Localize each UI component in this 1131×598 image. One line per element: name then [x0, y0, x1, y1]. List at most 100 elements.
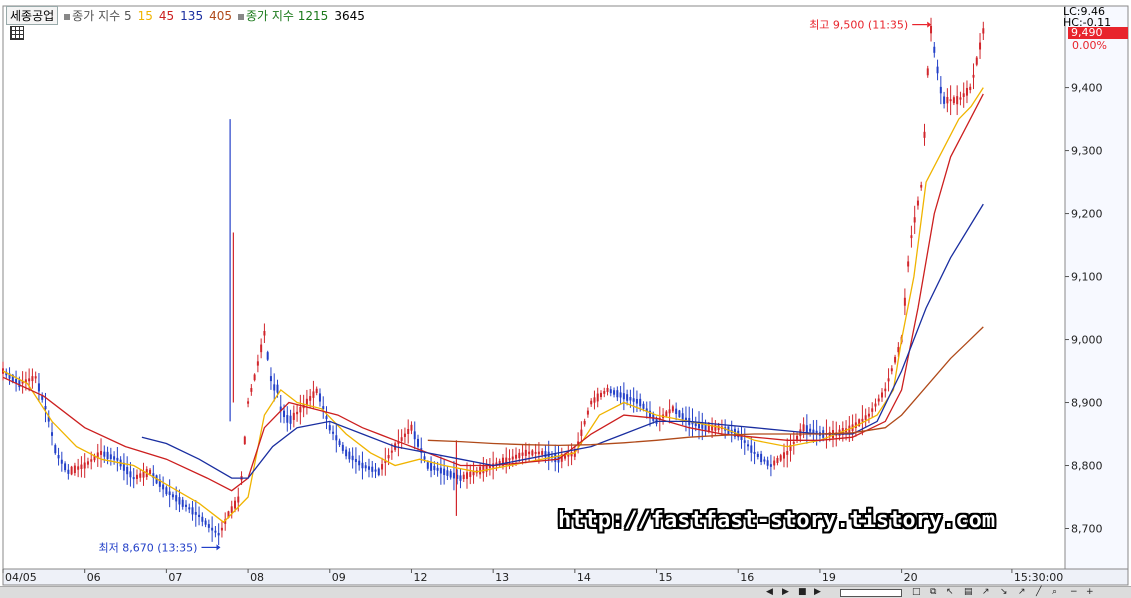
x-tick-label: 04/05	[5, 571, 37, 584]
candle-body	[796, 435, 799, 440]
legend-index-b-label: 종가 지수 1215	[245, 9, 329, 23]
candle-body	[400, 437, 403, 441]
current-price-tag: 9,490	[1068, 27, 1128, 39]
candle-body	[930, 25, 933, 34]
y-tick-label: 9,000	[1071, 334, 1103, 347]
candle-body	[443, 468, 446, 475]
candle-body	[926, 68, 929, 76]
candle-body	[237, 496, 240, 503]
candle-body	[975, 57, 978, 65]
candle-body	[590, 400, 593, 405]
watermark-text: http://fastfast-story.tistory.com	[558, 508, 996, 533]
scroll-right-icon[interactable]: ▶	[814, 588, 821, 597]
candle-body	[113, 456, 116, 460]
candle-body	[622, 393, 625, 400]
candle-body	[269, 376, 272, 382]
table-icon[interactable]: ▤	[964, 588, 973, 597]
arrow-up-icon[interactable]: ↗	[982, 588, 990, 597]
candle-body	[292, 412, 295, 420]
candle-body	[809, 428, 812, 432]
candle-body	[965, 87, 968, 96]
candle-body	[77, 466, 80, 470]
candle-body	[416, 438, 419, 447]
candle-body	[884, 388, 887, 392]
candle-body	[469, 471, 472, 477]
candle-body	[230, 506, 233, 513]
candle-body	[436, 467, 439, 471]
candle-body	[596, 393, 599, 402]
x-tick-label: 08	[250, 571, 264, 584]
candle-body	[521, 452, 524, 456]
cursor-icon[interactable]: ↖	[946, 588, 954, 597]
zoom-out-button[interactable]: −	[1070, 588, 1078, 597]
stop-icon[interactable]: ■	[798, 588, 807, 597]
candle-body	[204, 520, 207, 525]
candle-body	[322, 406, 325, 409]
bottom-scroll-bar[interactable]	[0, 586, 1131, 598]
candle-body	[253, 374, 256, 381]
scroll-left-icon[interactable]: ◀	[766, 588, 773, 597]
arrow-rise-icon[interactable]: ↗	[1018, 588, 1026, 597]
candle-body	[786, 451, 789, 455]
candle-body	[518, 452, 521, 459]
candle-body	[44, 406, 47, 410]
candle-body	[165, 487, 168, 495]
candle-body	[511, 456, 514, 460]
candle-body	[103, 451, 106, 457]
line-icon[interactable]: ╱	[1036, 588, 1041, 597]
x-tick-label: 07	[168, 571, 182, 584]
window-icon[interactable]: □	[912, 588, 921, 597]
candle-body	[939, 86, 942, 94]
candle-body	[508, 458, 511, 461]
candle-body	[763, 459, 766, 462]
candle-body	[923, 131, 926, 138]
candle-body	[51, 432, 54, 436]
candle-body	[364, 465, 367, 469]
scroll-thumb[interactable]	[840, 589, 902, 597]
candle-body	[665, 411, 668, 417]
candle-body	[100, 450, 103, 455]
candle-body	[90, 459, 93, 462]
stock-name-box[interactable]: 세종공업	[6, 6, 59, 25]
candle-body	[296, 411, 299, 415]
x-tick-label: 09	[332, 571, 346, 584]
grid-toggle-icon[interactable]	[10, 26, 24, 40]
candle-body	[433, 465, 436, 471]
candle-body	[217, 532, 220, 536]
candle-body	[616, 390, 619, 398]
candle-body	[410, 424, 413, 431]
x-tick-label: 14	[577, 571, 591, 584]
high-label: 최고 9,500 (11:35)	[809, 19, 908, 32]
chart-legend: 세종공업 종가 지수 5 15 45 135 405 종가 지수 1215 36…	[6, 6, 365, 25]
candle-body	[439, 467, 442, 474]
candle-body	[753, 451, 756, 454]
candle-body	[168, 491, 171, 496]
candle-body	[668, 409, 671, 414]
search-icon[interactable]: ⌕	[1052, 588, 1057, 597]
candle-body	[191, 507, 194, 515]
candle-body	[263, 330, 266, 336]
candle-body	[149, 469, 152, 474]
copy-icon[interactable]: ⧉	[930, 588, 936, 597]
candle-body	[675, 408, 678, 415]
candle-body	[243, 436, 246, 445]
candle-body	[446, 470, 449, 476]
candle-body	[943, 96, 946, 104]
candle-body	[910, 235, 913, 239]
candle-body	[541, 451, 544, 455]
zoom-in-button[interactable]: +	[1086, 588, 1094, 597]
candle-body	[184, 504, 187, 507]
candle-body	[354, 458, 357, 462]
y-tick-label: 9,400	[1071, 82, 1103, 95]
candle-body	[894, 356, 897, 363]
candle-body	[377, 468, 380, 476]
candle-body	[782, 452, 785, 459]
candle-body	[871, 408, 874, 412]
candle-body	[345, 449, 348, 457]
y-tick-label: 8,900	[1071, 397, 1103, 410]
candle-body	[325, 416, 328, 420]
candle-body	[701, 424, 704, 429]
play-icon[interactable]: ▶	[782, 588, 789, 597]
candle-body	[642, 403, 645, 409]
arrow-down-icon[interactable]: ↘	[1000, 588, 1008, 597]
